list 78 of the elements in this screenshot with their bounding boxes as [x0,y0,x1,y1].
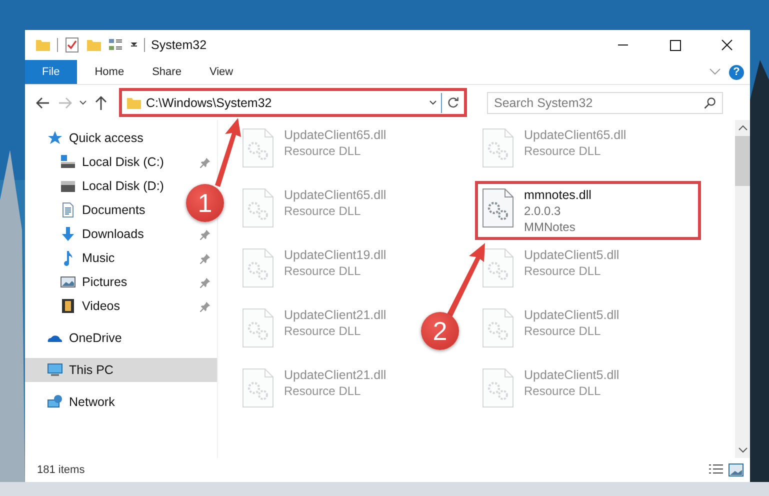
file-name: UpdateClient21.dll [284,368,386,383]
ribbon-tab[interactable]: View [195,60,248,84]
drive-icon [60,154,76,170]
file-name: UpdateClient5.dll [524,368,620,383]
sidebar-item[interactable]: Local Disk (D:) [25,174,170,198]
gear-file-icon [482,128,514,168]
refresh-icon[interactable] [446,96,460,110]
gear-file-icon [242,128,274,168]
sidebar-item[interactable]: This PC [25,358,217,382]
ribbon-tab[interactable]: Home [80,60,138,84]
thumbnail-view-icon[interactable] [728,463,744,477]
file-item[interactable]: mmnotes.dll 2.0.0.3 MMNotes [475,181,701,240]
file-name: UpdateClient5.dll [524,248,620,263]
picture-icon [60,274,76,290]
file-detail: Resource DLL [524,323,602,339]
scrollbar[interactable] [735,120,750,458]
file-detail: 2.0.0.3 [524,203,562,219]
file-detail: MMNotes [524,219,576,235]
pin-icon[interactable] [200,252,211,264]
pin-icon[interactable] [200,276,211,288]
pin-icon[interactable] [200,228,211,240]
file-detail: Resource DLL [284,143,362,159]
sidebar-item[interactable]: Network [25,390,217,414]
checklist-icon[interactable] [64,37,80,53]
sidebar-item[interactable]: OneDrive [25,326,217,350]
drive-icon [60,178,76,194]
back-arrow-icon[interactable] [35,94,51,110]
file-name: UpdateClient65.dll [284,128,386,143]
sidebar-item[interactable]: Documents [25,198,152,222]
file-detail: Resource DLL [284,323,362,339]
file-name: UpdateClient65.dll [284,188,386,203]
arrow [215,118,241,187]
item-count: 181 items [37,464,85,476]
gear-file-icon [482,188,514,228]
sidebar-item[interactable]: Music [25,246,217,270]
down-arrow-icon [60,226,76,242]
gear-file-icon [242,368,274,408]
network-icon [47,394,63,410]
address-bar[interactable]: C:\Windows\System32 [119,88,467,117]
gear-file-icon [482,308,514,348]
sidebar-item[interactable]: Local Disk (C:) [25,150,217,174]
star-icon [47,130,63,146]
pin-icon[interactable] [200,156,211,168]
help-button[interactable]: ? [729,64,744,80]
search-field[interactable]: Search System32 [487,92,723,114]
sidebar-item[interactable]: Downloads [25,222,217,246]
caret-icon[interactable] [79,98,87,106]
file-name: UpdateClient19.dll [284,248,386,263]
file-name: UpdateClient5.dll [524,308,620,323]
pin-icon[interactable] [200,300,211,312]
file-detail: Resource DLL [524,383,602,399]
file-name: UpdateClient21.dll [284,308,386,323]
sidebar-item[interactable]: Quick access [25,126,217,150]
gear-file-icon [482,248,514,288]
file-detail: Resource DLL [284,263,362,279]
list-icon[interactable] [108,37,124,53]
gear-file-icon [242,248,274,288]
search-icon[interactable] [703,96,717,110]
file-detail: Resource DLL [284,383,362,399]
monitor-icon [47,362,63,378]
gear-file-icon [482,368,514,408]
file-name: UpdateClient65.dll [524,128,626,143]
up-arrow-icon[interactable] [93,94,109,110]
file-detail: Resource DLL [524,263,602,279]
film-icon [60,298,76,314]
scroll-thumb[interactable] [735,136,750,186]
caret-icon[interactable] [130,41,138,49]
ribbon-tab[interactable]: Share [138,60,196,84]
document-icon [60,202,76,218]
window-title: System32 [151,38,207,52]
gear-file-icon [242,308,274,348]
file-name: mmnotes.dll [524,188,592,203]
file-detail: Resource DLL [284,203,362,219]
sidebar-item[interactable]: Pictures [25,270,217,294]
sidebar-item[interactable]: Videos [25,294,217,318]
gear-file-icon [242,188,274,228]
chevron-icon[interactable] [429,98,437,106]
file-detail: Resource DLL [524,143,602,159]
